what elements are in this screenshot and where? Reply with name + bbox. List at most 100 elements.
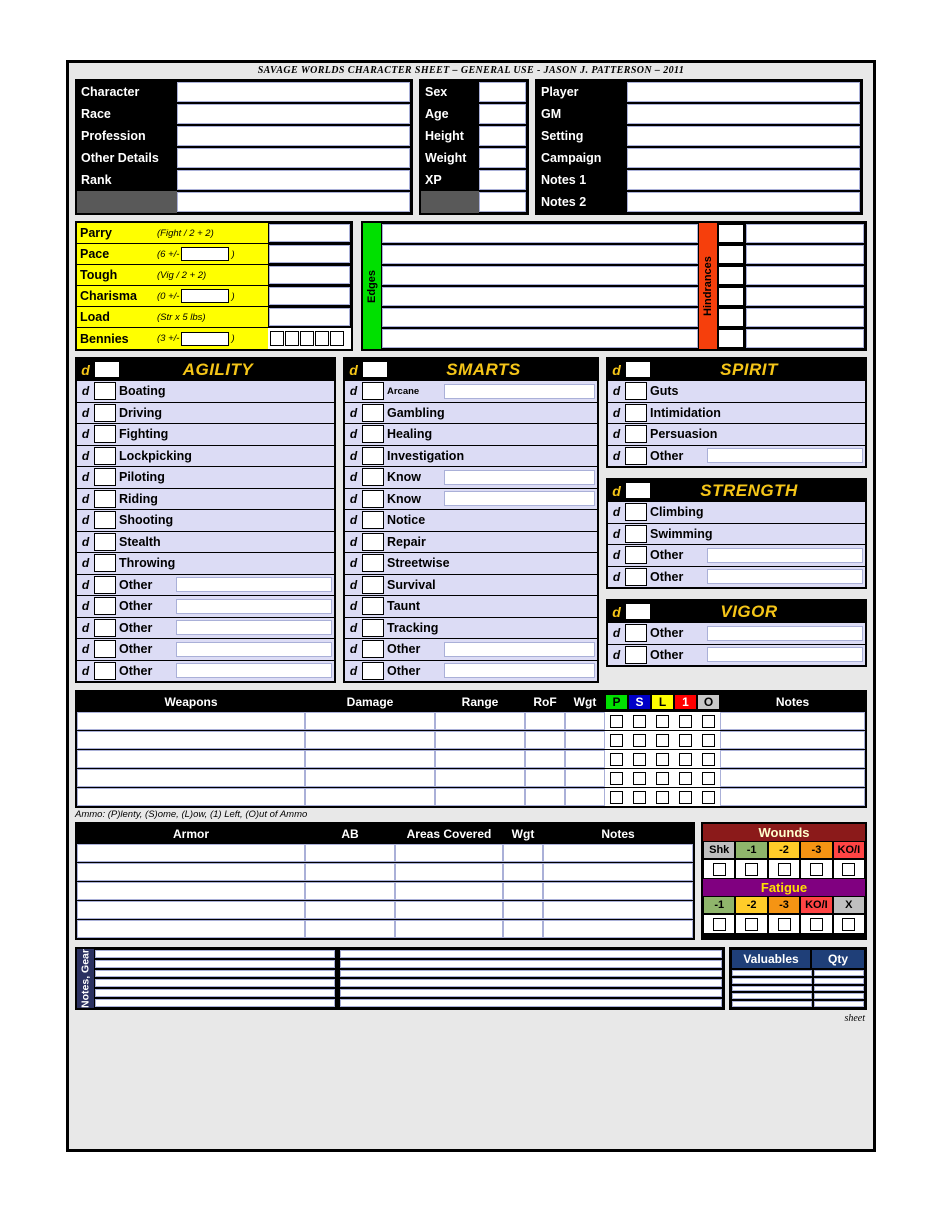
valuables-qty-input[interactable] — [814, 993, 864, 1000]
armor-cell-notes[interactable] — [543, 920, 693, 938]
skill-die-input[interactable] — [625, 624, 648, 643]
derived-value-charisma[interactable] — [269, 287, 350, 305]
skill-die-input[interactable] — [94, 554, 116, 573]
ammo-checkbox[interactable] — [702, 752, 715, 766]
armor-cell-ab[interactable] — [305, 863, 395, 881]
weapons-cell-range[interactable] — [435, 788, 525, 806]
ammo-checkbox-cell[interactable] — [674, 712, 697, 730]
skill-die-input[interactable] — [361, 640, 384, 659]
ammo-checkbox-cell[interactable] — [674, 788, 697, 806]
ammo-checkbox[interactable] — [633, 733, 646, 747]
ammo-checkbox-cell[interactable] — [697, 769, 720, 787]
skill-custom-name-input[interactable] — [176, 620, 332, 636]
edge-input[interactable] — [382, 245, 698, 264]
weapons-cell-rof[interactable] — [525, 712, 565, 730]
skill-die-input[interactable] — [94, 446, 116, 465]
identity-input-other-details[interactable] — [177, 148, 410, 168]
edge-input[interactable] — [382, 224, 698, 243]
identity-input-age[interactable] — [479, 104, 526, 124]
identity-input-height[interactable] — [479, 126, 526, 146]
weapons-cell-rof[interactable] — [525, 788, 565, 806]
fatigue-checkbox[interactable] — [809, 917, 823, 931]
skill-die-input[interactable] — [361, 618, 384, 637]
weapons-cell-rof[interactable] — [525, 750, 565, 768]
skill-die-input[interactable] — [94, 403, 116, 422]
ammo-checkbox-cell[interactable] — [605, 788, 628, 806]
ammo-checkbox-cell[interactable] — [605, 750, 628, 768]
armor-cell-ab[interactable] — [305, 920, 395, 938]
weapons-cell-range[interactable] — [435, 769, 525, 787]
armor-cell-areas[interactable] — [395, 920, 503, 938]
armor-cell-notes[interactable] — [543, 844, 693, 862]
armor-cell-areas[interactable] — [395, 882, 503, 900]
ammo-checkbox-cell[interactable] — [628, 788, 651, 806]
attribute-die-input[interactable] — [625, 361, 652, 378]
valuables-name-input[interactable] — [732, 970, 812, 976]
identity-input-race[interactable] — [177, 104, 410, 124]
derived-value-parry[interactable] — [269, 224, 350, 242]
weapons-cell-notes[interactable] — [720, 750, 865, 768]
wounds-checkbox-cell[interactable] — [735, 859, 768, 879]
wounds-checkbox[interactable] — [842, 862, 856, 876]
armor-cell-areas[interactable] — [395, 901, 503, 919]
skill-custom-name-input[interactable] — [176, 641, 332, 657]
fatigue-checkbox-cell[interactable] — [767, 914, 801, 934]
weapons-cell-weapon[interactable] — [77, 769, 305, 787]
ammo-checkbox-cell[interactable] — [651, 788, 674, 806]
skill-die-input[interactable] — [625, 503, 648, 522]
skill-custom-name-input[interactable] — [707, 647, 863, 663]
benny-checkbox[interactable] — [330, 331, 344, 346]
valuables-name-input[interactable] — [732, 985, 812, 992]
ammo-checkbox-cell[interactable] — [651, 731, 674, 749]
wounds-checkbox-cell[interactable] — [800, 859, 833, 879]
fatigue-checkbox-cell[interactable] — [703, 914, 736, 934]
weapons-cell-damage[interactable] — [305, 788, 435, 806]
skill-die-input[interactable] — [361, 532, 384, 551]
hindrance-severity-box[interactable] — [718, 308, 744, 327]
ammo-checkbox-cell[interactable] — [628, 769, 651, 787]
ammo-checkbox[interactable] — [610, 733, 623, 747]
weapons-cell-weapon[interactable] — [77, 750, 305, 768]
skill-die-input[interactable] — [94, 575, 116, 594]
identity-input-profession[interactable] — [177, 126, 410, 146]
derived-value-pace[interactable] — [269, 245, 350, 263]
weapons-cell-wgt[interactable] — [565, 788, 605, 806]
ammo-checkbox-cell[interactable] — [697, 750, 720, 768]
weapons-cell-notes[interactable] — [720, 731, 865, 749]
armor-cell-ab[interactable] — [305, 901, 395, 919]
skill-custom-name-input[interactable] — [443, 641, 596, 657]
derived-value-tough[interactable] — [269, 266, 350, 284]
edge-input[interactable] — [382, 308, 698, 327]
ammo-checkbox[interactable] — [610, 752, 623, 766]
identity-input-notes2[interactable] — [627, 192, 860, 212]
skill-die-input[interactable] — [94, 597, 116, 616]
ammo-checkbox[interactable] — [656, 771, 669, 785]
skill-die-input[interactable] — [361, 468, 384, 487]
skill-die-input[interactable] — [625, 425, 648, 444]
weapons-cell-notes[interactable] — [720, 769, 865, 787]
fatigue-checkbox[interactable] — [842, 917, 856, 931]
armor-cell-areas[interactable] — [395, 844, 503, 862]
gear-left-input[interactable] — [95, 979, 335, 988]
gear-right-input[interactable] — [340, 999, 722, 1007]
skill-die-input[interactable] — [94, 468, 116, 487]
armor-cell-armor[interactable] — [77, 882, 305, 900]
identity-input-character[interactable] — [177, 82, 410, 102]
ammo-checkbox-cell[interactable] — [697, 731, 720, 749]
ammo-checkbox[interactable] — [679, 733, 692, 747]
valuables-qty-input[interactable] — [814, 985, 864, 992]
weapons-cell-range[interactable] — [435, 712, 525, 730]
derived-value-load[interactable] — [269, 308, 350, 326]
skill-die-input[interactable] — [361, 661, 384, 680]
skill-die-input[interactable] — [94, 618, 116, 637]
weapons-cell-wgt[interactable] — [565, 712, 605, 730]
ammo-checkbox[interactable] — [610, 771, 623, 785]
skill-die-input[interactable] — [94, 425, 116, 444]
identity-input-weight[interactable] — [479, 148, 526, 168]
skill-die-input[interactable] — [361, 425, 384, 444]
wounds-checkbox-cell[interactable] — [832, 859, 866, 879]
ammo-checkbox[interactable] — [633, 714, 646, 728]
identity-input-gm[interactable] — [627, 104, 860, 124]
skill-die-input[interactable] — [361, 575, 384, 594]
fatigue-checkbox-cell[interactable] — [735, 914, 768, 934]
